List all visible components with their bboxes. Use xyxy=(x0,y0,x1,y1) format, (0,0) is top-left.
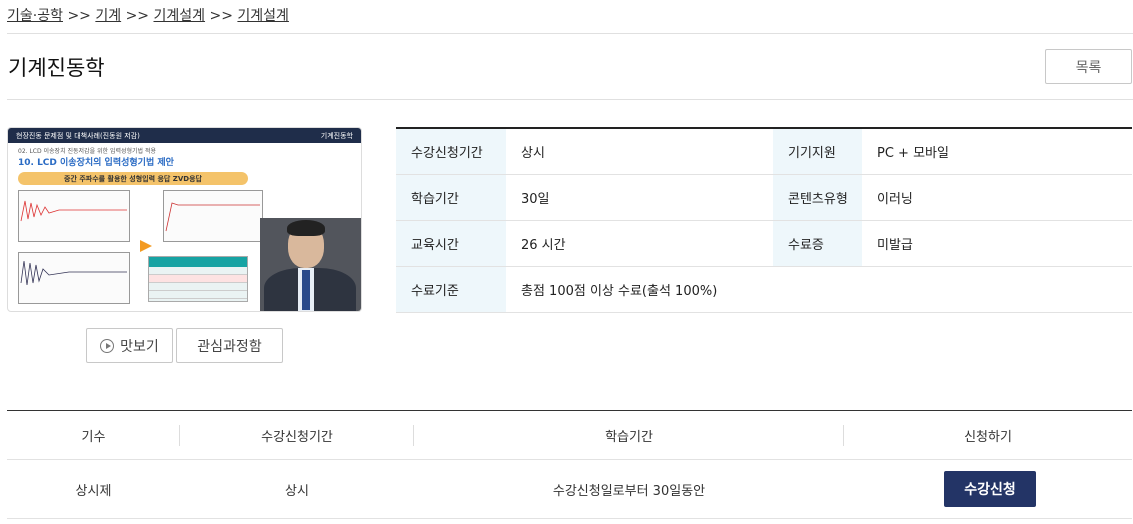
info-label: 콘텐츠유형 xyxy=(773,175,862,220)
info-row: 교육시간 26 시간 수료증 미발급 xyxy=(396,221,1132,267)
preview-button[interactable]: 맛보기 xyxy=(86,328,173,363)
breadcrumb-link-current[interactable]: 기계설계 xyxy=(237,8,289,24)
thumbnail-heading: 10. LCD 이송장치의 입력성형기법 제안 xyxy=(18,158,174,168)
cell-term: 상시제 xyxy=(75,483,112,499)
info-value: 26 시간 xyxy=(521,238,566,253)
course-thumbnail: 현장진동 문제점 및 대책사례(진동원 저감) 기계진동학 02. LCD 이송… xyxy=(7,127,362,312)
column-header-study: 학습기간 xyxy=(414,411,844,459)
column-header-period: 수강신청기간 xyxy=(180,411,414,459)
thumbnail-banner: 중간 주파수를 활용한 성형입력 응답 ZVD응답 xyxy=(18,172,248,185)
table-row: 상시제 상시 수강신청일로부터 30일동안 수강신청 xyxy=(7,460,1132,519)
info-value: 미발급 xyxy=(877,238,913,253)
course-info-table: 수강신청기간 상시 기기지원 PC + 모바일 학습기간 30일 콘텐츠유형 이… xyxy=(396,127,1132,313)
wishlist-button[interactable]: 관심과정함 xyxy=(176,328,283,363)
thumbnail-bar-course: 기계진동학 xyxy=(320,131,353,140)
response-plot-line xyxy=(20,260,127,286)
arrow-icon xyxy=(140,240,152,252)
breadcrumb-separator: >> xyxy=(125,8,150,24)
cell-period: 상시 xyxy=(285,483,309,499)
info-value: 이러닝 xyxy=(877,192,913,207)
breadcrumb: 기술·공학 >> 기계 >> 기계설계 >> 기계설계 xyxy=(7,5,289,25)
breadcrumb-separator: >> xyxy=(67,8,91,24)
thumbnail-title-bar: 현장진동 문제점 및 대책사례(진동원 저감) 기계진동학 xyxy=(8,128,361,143)
cell-study: 수강신청일로부터 30일동안 xyxy=(552,483,706,499)
response-plot xyxy=(163,190,263,242)
info-label: 수강신청기간 xyxy=(396,129,506,174)
divider xyxy=(7,33,1133,34)
response-plot-line xyxy=(165,202,260,232)
thumbnail-table xyxy=(148,256,248,302)
apply-button[interactable]: 수강신청 xyxy=(944,471,1036,507)
response-plot xyxy=(18,252,130,304)
info-label: 학습기간 xyxy=(396,175,506,220)
info-row: 수강신청기간 상시 기기지원 PC + 모바일 xyxy=(396,129,1132,175)
info-value: 30일 xyxy=(521,192,550,207)
info-value: PC + 모바일 xyxy=(877,146,949,161)
response-plot xyxy=(18,190,130,242)
info-label: 교육시간 xyxy=(396,221,506,266)
thumbnail-bar-title: 현장진동 문제점 및 대책사례(진동원 저감) xyxy=(16,131,140,140)
schedule-header: 기수 수강신청기간 학습기간 신청하기 xyxy=(7,411,1132,460)
schedule-table: 기수 수강신청기간 학습기간 신청하기 상시제 상시 수강신청일로부터 30일동… xyxy=(7,410,1132,519)
page-title: 기계진동학 xyxy=(8,56,105,80)
list-button[interactable]: 목록 xyxy=(1045,49,1132,84)
info-label: 기기지원 xyxy=(773,129,862,174)
instructor-video xyxy=(260,218,361,311)
thumbnail-subtitle: 02. LCD 이송장치 진동저감을 위한 입력성형기법 적용 xyxy=(18,148,157,155)
divider xyxy=(7,99,1133,100)
breadcrumb-link-design[interactable]: 기계설계 xyxy=(154,8,206,24)
info-row: 학습기간 30일 콘텐츠유형 이러닝 xyxy=(396,175,1132,221)
breadcrumb-separator: >> xyxy=(209,8,233,24)
info-value: 총점 100점 이상 수료(출석 100%) xyxy=(521,284,718,299)
info-label: 수료증 xyxy=(773,221,862,266)
breadcrumb-link-machine[interactable]: 기계 xyxy=(95,8,121,24)
cell-apply: 수강신청 xyxy=(844,460,1132,518)
column-header-apply: 신청하기 xyxy=(964,429,1012,445)
info-row: 수료기준 총점 100점 이상 수료(출석 100%) xyxy=(396,267,1132,313)
response-plot-line xyxy=(20,200,127,222)
preview-label: 맛보기 xyxy=(120,337,159,354)
play-icon xyxy=(100,338,115,353)
info-label: 수료기준 xyxy=(396,267,506,312)
breadcrumb-link-tech[interactable]: 기술·공학 xyxy=(7,8,63,24)
info-value: 상시 xyxy=(521,146,545,161)
column-header-term: 기수 xyxy=(7,411,180,459)
